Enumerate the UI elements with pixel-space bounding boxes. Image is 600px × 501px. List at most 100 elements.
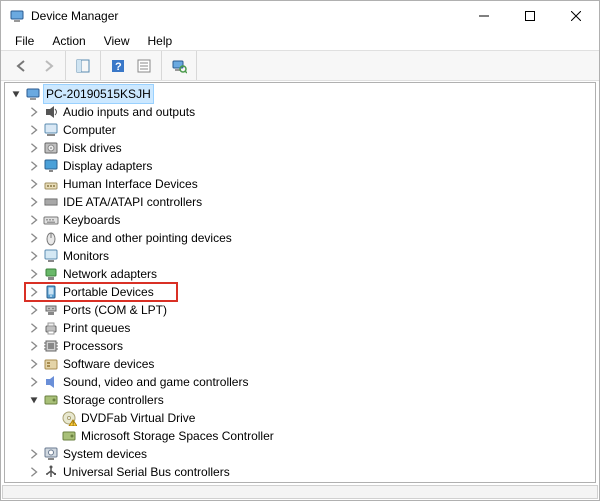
expand-toggle-icon[interactable] xyxy=(27,141,41,155)
hid-icon xyxy=(43,176,59,192)
tree-item-label: Ports (COM & LPT) xyxy=(63,301,167,319)
app-icon xyxy=(9,8,25,24)
tree-item-label: Network adapters xyxy=(63,265,157,283)
tree-item-label: Processors xyxy=(63,337,123,355)
expand-toggle-icon[interactable] xyxy=(27,465,41,479)
expand-toggle-icon[interactable] xyxy=(27,213,41,227)
cd-warn-icon xyxy=(61,410,77,426)
expand-toggle-icon[interactable] xyxy=(27,375,41,389)
tree-item[interactable]: System devices xyxy=(5,445,595,463)
show-hide-console-tree-button[interactable] xyxy=(71,54,95,78)
tree-item-label: DVDFab Virtual Drive xyxy=(81,409,195,427)
properties-button[interactable] xyxy=(132,54,156,78)
cpu-icon xyxy=(43,338,59,354)
help-button[interactable]: ? xyxy=(106,54,130,78)
close-button[interactable] xyxy=(553,1,599,31)
tree-item-label: Mice and other pointing devices xyxy=(63,229,232,247)
tree-item[interactable]: Display adapters xyxy=(5,157,595,175)
tree-item[interactable]: Software devices xyxy=(5,355,595,373)
tree-item-label: Print queues xyxy=(63,319,130,337)
portable-icon xyxy=(43,284,59,300)
expand-toggle-icon[interactable] xyxy=(27,267,41,281)
tree-item-label: Monitors xyxy=(63,247,109,265)
expand-toggle-icon[interactable] xyxy=(27,447,41,461)
expand-toggle-icon[interactable] xyxy=(27,357,41,371)
status-bar xyxy=(2,485,598,499)
printer-icon xyxy=(43,320,59,336)
menu-view[interactable]: View xyxy=(96,32,138,50)
tree-child-item[interactable]: Microsoft Storage Spaces Controller xyxy=(5,427,595,445)
menu-action[interactable]: Action xyxy=(44,32,93,50)
collapse-toggle-icon[interactable] xyxy=(9,87,23,101)
maximize-button[interactable] xyxy=(507,1,553,31)
menu-file[interactable]: File xyxy=(7,32,42,50)
tree-item-label: Display adapters xyxy=(63,157,152,175)
tree-item[interactable]: IDE ATA/ATAPI controllers xyxy=(5,193,595,211)
tree-item[interactable]: Keyboards xyxy=(5,211,595,229)
tree-item[interactable]: Mice and other pointing devices xyxy=(5,229,595,247)
tree-item[interactable]: Print queues xyxy=(5,319,595,337)
expand-toggle-icon[interactable] xyxy=(27,303,41,317)
storage-icon xyxy=(61,428,77,444)
expand-toggle-icon[interactable] xyxy=(27,177,41,191)
tree-item[interactable]: Universal Serial Bus controllers xyxy=(5,463,595,481)
tree-item[interactable]: Sound, video and game controllers xyxy=(5,373,595,391)
tree-item[interactable]: Audio inputs and outputs xyxy=(5,103,595,121)
tree-item-label: Audio inputs and outputs xyxy=(63,103,195,121)
tree-item-label: Software devices xyxy=(63,355,154,373)
svg-text:?: ? xyxy=(115,61,122,73)
back-button[interactable] xyxy=(10,54,34,78)
tree-item-label: Microsoft Storage Spaces Controller xyxy=(81,427,274,445)
tree-item-label: System devices xyxy=(63,445,147,463)
tree-item-label: Storage controllers xyxy=(63,391,164,409)
tree-item-label: Computer xyxy=(63,121,116,139)
window-titlebar: Device Manager xyxy=(1,1,599,31)
audio-icon xyxy=(43,104,59,120)
tree-item-label: Universal Serial Bus devices xyxy=(63,481,215,483)
tree-item[interactable]: Disk drives xyxy=(5,139,595,157)
expand-toggle-icon[interactable] xyxy=(27,249,41,263)
storage-icon xyxy=(43,392,59,408)
expand-toggle-icon[interactable] xyxy=(27,231,41,245)
expand-toggle-icon[interactable] xyxy=(27,285,41,299)
ports-icon xyxy=(43,302,59,318)
expand-toggle-icon[interactable] xyxy=(27,159,41,173)
forward-button[interactable] xyxy=(36,54,60,78)
tree-child-item[interactable]: DVDFab Virtual Drive xyxy=(5,409,595,427)
minimize-button[interactable] xyxy=(461,1,507,31)
tree-item[interactable]: Human Interface Devices xyxy=(5,175,595,193)
expand-toggle-icon[interactable] xyxy=(27,339,41,353)
tree-item[interactable]: Computer xyxy=(5,121,595,139)
usb-icon xyxy=(43,482,59,483)
tree-item-label: PC-20190515KSJH xyxy=(43,84,154,104)
device-tree[interactable]: PC-20190515KSJHAudio inputs and outputsC… xyxy=(5,83,595,483)
tree-item-label: Universal Serial Bus controllers xyxy=(63,463,230,481)
tree-item[interactable]: Portable Devices xyxy=(5,283,595,301)
toggle-spacer xyxy=(45,429,59,443)
tree-item-label: Human Interface Devices xyxy=(63,175,198,193)
mouse-icon xyxy=(43,230,59,246)
tree-item[interactable]: Storage controllers xyxy=(5,391,595,409)
scan-hardware-button[interactable] xyxy=(167,54,191,78)
menu-bar: File Action View Help xyxy=(1,31,599,51)
tree-item[interactable]: Ports (COM & LPT) xyxy=(5,301,595,319)
tree-root[interactable]: PC-20190515KSJH xyxy=(5,85,595,103)
expand-toggle-icon[interactable] xyxy=(27,123,41,137)
tree-item[interactable]: Network adapters xyxy=(5,265,595,283)
disk-icon xyxy=(43,140,59,156)
tree-item-label: Keyboards xyxy=(63,211,120,229)
toolbar: ? xyxy=(1,51,599,81)
tree-item[interactable]: Processors xyxy=(5,337,595,355)
tree-item[interactable]: Monitors xyxy=(5,247,595,265)
keyboard-icon xyxy=(43,212,59,228)
network-icon xyxy=(43,266,59,282)
tree-item[interactable]: Universal Serial Bus devices xyxy=(5,481,595,483)
sound-icon xyxy=(43,374,59,390)
expand-toggle-icon[interactable] xyxy=(27,195,41,209)
collapse-toggle-icon[interactable] xyxy=(27,393,41,407)
expand-toggle-icon[interactable] xyxy=(27,321,41,335)
tree-item-label: IDE ATA/ATAPI controllers xyxy=(63,193,202,211)
computer-icon xyxy=(43,122,59,138)
expand-toggle-icon[interactable] xyxy=(27,105,41,119)
menu-help[interactable]: Help xyxy=(140,32,181,50)
